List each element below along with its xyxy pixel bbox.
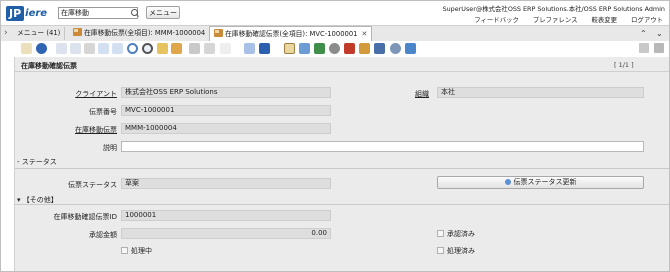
- tab-scroll-left-icon[interactable]: ›: [4, 28, 8, 39]
- divider: [15, 71, 669, 72]
- previous-record-icon[interactable]: [244, 43, 255, 54]
- processed-checkbox[interactable]: [437, 247, 444, 254]
- logout-link[interactable]: ログアウト: [631, 15, 663, 24]
- archive-icon[interactable]: [299, 43, 310, 54]
- approval-amount-field[interactable]: 0.00: [121, 228, 331, 239]
- approved-checkbox[interactable]: [437, 230, 444, 237]
- parent-record-icon[interactable]: [204, 43, 215, 54]
- client-label[interactable]: クライアント: [75, 89, 117, 99]
- chat-icon[interactable]: [171, 43, 182, 54]
- logo-prefix: JP: [6, 5, 25, 21]
- document-number-label: 伝票番号: [89, 108, 117, 116]
- confirm-id-field[interactable]: 1000001: [121, 210, 331, 221]
- divider: [15, 168, 669, 169]
- status-section-header[interactable]: - ステータス: [17, 157, 57, 167]
- processing-checkbox[interactable]: [121, 247, 128, 254]
- copy-record-icon[interactable]: [70, 43, 81, 54]
- window-tabbar: › メニュー (41) 在庫移動伝票(全項目): MMM-1000004✕ 在庫…: [1, 25, 669, 42]
- jpiere-logo[interactable]: JP iere: [6, 5, 47, 21]
- user-info[interactable]: SuperUser@株式会社OSS ERP Solutions.本社/OSS E…: [443, 4, 665, 13]
- next-record-icon[interactable]: [259, 43, 270, 54]
- collapse-triangle-icon: ▾: [17, 196, 21, 204]
- org-field[interactable]: 本社: [437, 87, 644, 98]
- active-workflows-icon[interactable]: [344, 43, 355, 54]
- header-links: フィードバック プレファレンス 較表変更 ログアウト: [474, 15, 663, 24]
- approval-amount-label: 承認金額: [89, 231, 117, 239]
- window-icon: [73, 28, 82, 36]
- product-info-icon[interactable]: [374, 43, 385, 54]
- header: JP iere メニュー SuperUser@株式会社OSS ERP Solut…: [1, 1, 669, 25]
- inventory-move-label[interactable]: 在庫移動伝票: [75, 125, 117, 135]
- close-icon[interactable]: ✕: [362, 30, 368, 38]
- client-field[interactable]: 株式会社OSS ERP Solutions: [121, 87, 331, 98]
- save-icon[interactable]: [98, 43, 109, 54]
- toggle-panel-icon[interactable]: [639, 43, 649, 53]
- process-icon[interactable]: [390, 43, 401, 54]
- document-number-field[interactable]: MVC-1000001: [121, 105, 331, 116]
- tab-menu[interactable]: メニュー (41): [13, 27, 66, 40]
- divider: [15, 204, 669, 205]
- inventory-move-field[interactable]: MMM-1000004: [121, 123, 331, 134]
- attachment-icon[interactable]: [157, 43, 168, 54]
- processing-label: 処理中: [131, 247, 152, 255]
- tab-move-confirm[interactable]: 在庫移動確認伝票(全項目): MVC-1000001 ✕: [209, 26, 373, 41]
- print-preview-icon[interactable]: [314, 43, 325, 54]
- tab-move-confirm-label: 在庫移動確認伝票(全項目): MVC-1000001: [225, 30, 358, 38]
- zoom-across-icon[interactable]: [329, 43, 340, 54]
- tab-menu-label: メニュー (41): [17, 29, 61, 37]
- feedback-link[interactable]: フィードバック: [474, 15, 519, 24]
- document-status-label: 伝票ステータス: [68, 181, 117, 189]
- ignore-icon[interactable]: [21, 43, 32, 54]
- preference-link[interactable]: プレファレンス: [533, 15, 578, 24]
- help-icon[interactable]: [36, 43, 47, 54]
- search-icon[interactable]: [131, 9, 138, 16]
- detail-record-icon[interactable]: [220, 43, 231, 54]
- approved-label: 承認済み: [447, 230, 475, 238]
- quick-form-icon[interactable]: [654, 43, 664, 53]
- description-label: 説明: [103, 144, 117, 152]
- process-icon: [504, 179, 511, 185]
- window-icon: [214, 29, 223, 37]
- refresh-icon[interactable]: [127, 43, 138, 54]
- new-record-icon[interactable]: [56, 43, 67, 54]
- tab-inventory-move-label: 在庫移動伝票(全項目): MMM-1000004: [84, 29, 206, 37]
- maximize-icon[interactable]: ⌃: [640, 28, 647, 39]
- save-new-icon[interactable]: [112, 43, 123, 54]
- toolbar: [1, 41, 669, 57]
- find-icon[interactable]: [142, 43, 153, 54]
- record-pager: [ 1/1 ]: [614, 61, 634, 69]
- description-field[interactable]: [121, 141, 644, 152]
- delete-icon[interactable]: [84, 43, 95, 54]
- org-label[interactable]: 組織: [415, 89, 429, 99]
- form-title: 在庫移動確認伝票: [21, 62, 77, 70]
- app-window: JP iere メニュー SuperUser@株式会社OSS ERP Solut…: [0, 0, 670, 272]
- customize-icon[interactable]: [405, 43, 416, 54]
- processed-label: 処理済み: [447, 247, 475, 255]
- document-status-update-label: 伝票ステータス更新: [513, 178, 577, 186]
- tab-list-icon[interactable]: ⌄: [656, 28, 663, 39]
- tab-inventory-move[interactable]: 在庫移動伝票(全項目): MMM-1000004✕: [69, 27, 221, 40]
- confirm-id-label: 在庫移動確認伝票ID: [53, 213, 117, 221]
- logo-rest: iere: [25, 7, 48, 19]
- menu-button[interactable]: メニュー: [146, 6, 180, 19]
- document-status-update-button[interactable]: 伝票ステータス更新: [437, 176, 644, 189]
- report-icon[interactable]: [284, 43, 295, 54]
- grid-toggle-icon[interactable]: [189, 43, 200, 54]
- document-status-field[interactable]: 草案: [121, 178, 331, 189]
- requests-icon[interactable]: [359, 43, 370, 54]
- change-role-link[interactable]: 較表変更: [591, 15, 617, 24]
- other-section-label: 【その他】: [22, 196, 58, 204]
- menu-search-input[interactable]: [58, 7, 138, 19]
